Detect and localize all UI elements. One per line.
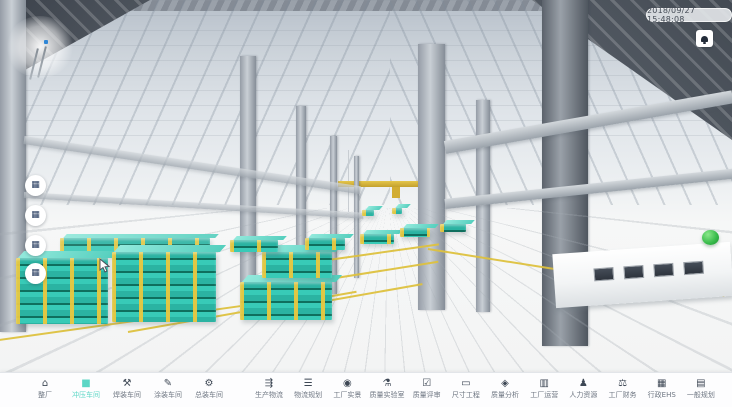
die-stack xyxy=(262,252,332,278)
whole-plant-icon: ⌂ xyxy=(42,377,48,390)
console-screen xyxy=(593,267,614,281)
data-panel-icon: ▦ xyxy=(31,211,40,220)
quality-review-icon: ☑ xyxy=(422,377,431,390)
tab-whole-plant[interactable]: ⌂ 整厂 xyxy=(28,377,62,399)
tab-stamping-shop[interactable]: ■ 冲压车间 xyxy=(69,377,103,399)
tab-quality-lab[interactable]: ⚗ 质量实验室 xyxy=(370,377,405,399)
tab-label: 涂装车间 xyxy=(154,391,182,399)
tab-welding-shop[interactable]: ⚒ 焊装车间 xyxy=(110,377,144,399)
tab-production-logistics[interactable]: ⇶ 生产物流 xyxy=(252,377,286,399)
die-stack xyxy=(305,238,345,250)
console-screen xyxy=(623,265,644,279)
die-stack xyxy=(240,282,332,320)
human-resources-icon: ♟ xyxy=(579,377,588,390)
tab-label: 冲压车间 xyxy=(72,391,100,399)
bottom-toolbar: ⌂ 整厂 ■ 冲压车间 ⚒ 焊装车间 ✎ 涂装车间 ⚙ 总装车间 ⇶ xyxy=(0,372,732,407)
die-stack xyxy=(360,234,394,244)
data-panel-button-1[interactable]: ▦ xyxy=(25,175,46,196)
digital-twin-factory-app: 2018/09/27 15:48:08 ▦ ▦ ▦ ▦ ⌂ 整厂 xyxy=(0,0,732,407)
assembly-shop-icon: ⚙ xyxy=(205,377,214,390)
tab-label: 工厂实景 xyxy=(333,391,361,399)
die-stack xyxy=(230,240,278,252)
factory-3d-viewport[interactable]: 2018/09/27 15:48:08 ▦ ▦ ▦ ▦ xyxy=(0,0,732,372)
tab-label: 整厂 xyxy=(38,391,52,399)
tab-label: 工厂财务 xyxy=(609,391,637,399)
crane-hoist xyxy=(392,187,400,198)
timestamp-text: 2018/09/27 15:48:08 xyxy=(647,6,731,24)
tab-general-planning[interactable]: ▤ 一般规划 xyxy=(684,377,718,399)
production-logistics-icon: ⇶ xyxy=(265,377,273,390)
tab-label: 尺寸工程 xyxy=(452,391,480,399)
tab-quality-review[interactable]: ☑ 质量评审 xyxy=(410,377,444,399)
module-tab-group: ⇶ 生产物流 ☰ 物流规划 ◉ 工厂实景 ⚗ 质量实验室 ☑ 质量评审 ▭ 尺寸… xyxy=(252,377,718,399)
data-panel-button-2[interactable]: ▦ xyxy=(25,205,46,226)
marker-dot xyxy=(44,40,48,44)
tab-label: 行政EHS xyxy=(648,391,676,399)
data-panel-icon: ▦ xyxy=(31,181,40,190)
tab-label: 工厂运营 xyxy=(530,391,558,399)
tab-label: 质量分析 xyxy=(491,391,519,399)
tab-dimension-engineering[interactable]: ▭ 尺寸工程 xyxy=(449,377,483,399)
logistics-planning-icon: ☰ xyxy=(304,377,313,390)
tab-admin-ehs[interactable]: ▦ 行政EHS xyxy=(645,377,679,399)
quality-analysis-icon: ◈ xyxy=(501,377,509,390)
data-panel-button-3[interactable]: ▦ xyxy=(25,235,46,256)
tab-painting-shop[interactable]: ✎ 涂装车间 xyxy=(151,377,185,399)
stamping-shop-icon: ■ xyxy=(81,377,90,390)
die-stack xyxy=(112,252,216,322)
tab-label: 质量实验室 xyxy=(370,391,405,399)
data-panel-icon: ▦ xyxy=(31,241,40,250)
die-stack xyxy=(440,224,466,232)
tab-factory-operation[interactable]: ▥ 工厂运营 xyxy=(527,377,561,399)
tab-logistics-planning[interactable]: ☰ 物流规划 xyxy=(291,377,325,399)
tab-label: 物流规划 xyxy=(294,391,322,399)
tab-label: 一般规划 xyxy=(687,391,715,399)
data-panel-button-4[interactable]: ▦ xyxy=(25,263,46,284)
welding-shop-icon: ⚒ xyxy=(123,377,132,390)
tab-quality-analysis[interactable]: ◈ 质量分析 xyxy=(488,377,522,399)
distant-machine xyxy=(362,210,374,216)
tab-factory-camera[interactable]: ◉ 工厂实景 xyxy=(330,377,364,399)
painting-shop-icon: ✎ xyxy=(164,377,172,390)
factory-operation-icon: ▥ xyxy=(539,377,548,390)
factory-finance-icon: ⚖ xyxy=(618,377,627,390)
data-panel-icon: ▦ xyxy=(31,269,40,278)
factory-camera-icon: ◉ xyxy=(343,377,352,390)
tab-label: 质量评审 xyxy=(413,391,441,399)
notification-button[interactable] xyxy=(696,30,713,47)
workshop-tab-group: ⌂ 整厂 ■ 冲压车间 ⚒ 焊装车间 ✎ 涂装车间 ⚙ 总装车间 xyxy=(28,377,226,399)
console-screen xyxy=(683,261,704,275)
tab-label: 生产物流 xyxy=(255,391,283,399)
timestamp-chip: 2018/09/27 15:48:08 xyxy=(646,8,732,22)
admin-ehs-icon: ▦ xyxy=(657,377,666,390)
bell-icon xyxy=(701,36,708,42)
mouse-cursor xyxy=(99,258,110,273)
tab-human-resources[interactable]: ♟ 人力资源 xyxy=(566,377,600,399)
tab-label: 总装车间 xyxy=(195,391,223,399)
quality-lab-icon: ⚗ xyxy=(383,377,392,390)
tab-factory-finance[interactable]: ⚖ 工厂财务 xyxy=(606,377,640,399)
tab-label: 人力资源 xyxy=(569,391,597,399)
dimension-engineering-icon: ▭ xyxy=(461,377,470,390)
die-stack xyxy=(400,228,430,237)
general-planning-icon: ▤ xyxy=(696,377,705,390)
distant-machine xyxy=(392,208,402,214)
tab-label: 焊装车间 xyxy=(113,391,141,399)
tab-assembly-shop[interactable]: ⚙ 总装车间 xyxy=(192,377,226,399)
status-sphere-green xyxy=(702,230,719,245)
console-screen xyxy=(653,263,674,277)
